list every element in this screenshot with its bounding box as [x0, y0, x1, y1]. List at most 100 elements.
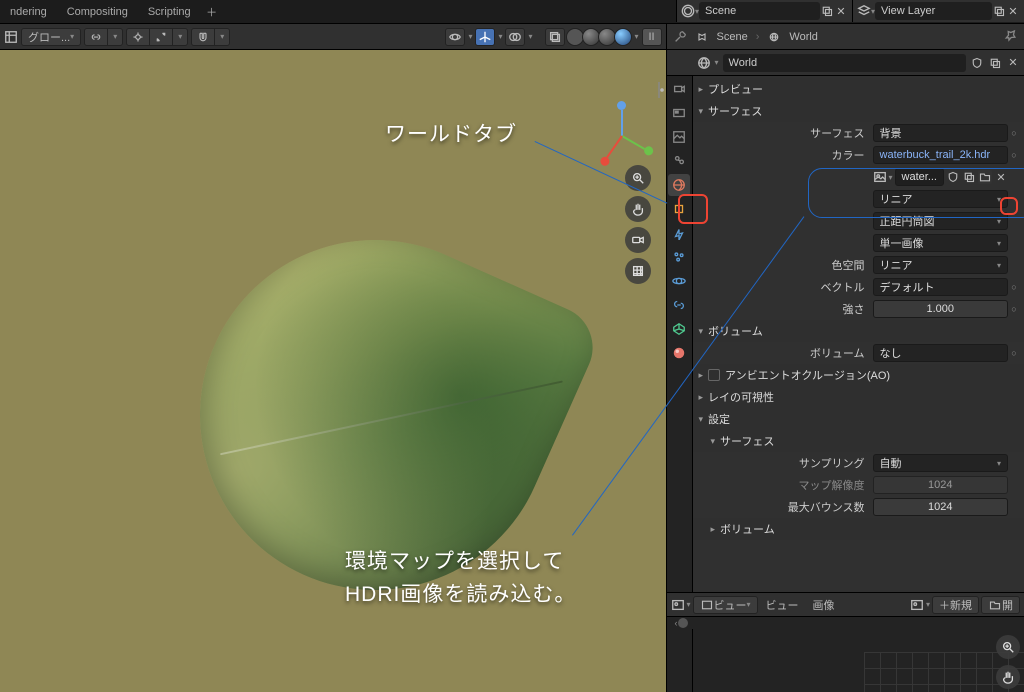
shading-solid[interactable]	[582, 28, 600, 46]
world-name-input[interactable]: World	[723, 54, 966, 72]
strength-input[interactable]: 1.000	[873, 300, 1008, 318]
pin-icon[interactable]	[1004, 28, 1018, 45]
world-icon[interactable]	[697, 56, 711, 70]
duplicate-world-icon[interactable]	[988, 56, 1002, 70]
map-res-input[interactable]: 1024	[873, 476, 1008, 494]
gizmo-y-axis[interactable]	[621, 135, 645, 150]
orientation-group[interactable]: ▾	[84, 28, 123, 46]
source-select[interactable]: 単一画像▾	[873, 234, 1008, 252]
panel-sub-volume[interactable]: ボリューム	[693, 518, 1024, 540]
panel-settings[interactable]: 設定	[693, 408, 1024, 430]
tab-scripting[interactable]: Scripting	[138, 0, 201, 23]
open-image-button[interactable]: 開	[981, 596, 1020, 614]
scene-selector[interactable]: Scene	[699, 2, 820, 20]
panel-sub-surface[interactable]: サーフェス	[693, 430, 1024, 452]
dup-image-icon[interactable]	[962, 170, 976, 184]
image-editor-view[interactable]	[693, 629, 1024, 692]
vtab-output[interactable]	[668, 102, 690, 124]
magnet-group[interactable]: ▾	[191, 28, 230, 46]
max-bounce-input[interactable]: 1024	[873, 498, 1008, 516]
surface-shader-select[interactable]: 背景	[873, 124, 1008, 142]
vtab-object[interactable]	[668, 198, 690, 220]
xray-toggle-icon[interactable]	[545, 28, 565, 46]
folder-icon	[988, 598, 1002, 612]
side-tab-icon[interactable]	[656, 80, 666, 280]
panel-rayvis[interactable]: レイの可視性	[693, 386, 1024, 408]
tab-compositing[interactable]: Compositing	[57, 0, 138, 23]
unlink-image-icon[interactable]: ✕	[994, 170, 1008, 184]
image-browse-icon[interactable]	[910, 598, 924, 612]
gizmo-x-axis[interactable]	[606, 135, 623, 157]
panel-preview[interactable]: プレビュー	[693, 78, 1024, 100]
vtab-scene[interactable]	[668, 150, 690, 172]
overlay-toggle-icon[interactable]	[505, 28, 525, 46]
image-mode-select[interactable]: ビュー ▾	[693, 596, 758, 614]
shield-icon[interactable]	[970, 56, 984, 70]
mode-select[interactable]: グロー... ▾	[21, 28, 81, 46]
colorspace-select[interactable]: リニア▾	[873, 256, 1008, 274]
shading-wireframe[interactable]	[566, 28, 584, 46]
image-pan-icon[interactable]	[996, 665, 1020, 689]
new-image-button[interactable]: ＋ 新規	[932, 596, 979, 614]
vtab-material[interactable]	[668, 342, 690, 364]
gizmo-toggle-icon[interactable]	[475, 28, 495, 46]
ao-checkbox[interactable]	[708, 369, 720, 381]
vtab-mesh[interactable]	[668, 318, 690, 340]
panel-volume[interactable]: ボリューム	[693, 320, 1024, 342]
image-zoom-icon[interactable]	[996, 635, 1020, 659]
volume-shader-select[interactable]: なし	[873, 344, 1008, 362]
vtab-render[interactable]	[668, 78, 690, 100]
snap-group[interactable]: ▾	[126, 28, 188, 46]
pause-icon[interactable]: II	[642, 28, 662, 46]
vector-label: ベクトル	[693, 279, 873, 295]
image-view-menu[interactable]: ビュー	[760, 597, 805, 613]
vtab-modifiers[interactable]	[668, 222, 690, 244]
scene-small-icon	[695, 30, 709, 44]
close-scene-icon[interactable]: ✕	[834, 4, 848, 18]
sampling-select[interactable]: 自動▾	[873, 454, 1008, 472]
open-image-icon[interactable]	[978, 170, 992, 184]
gizmo-z-axis[interactable]	[621, 110, 623, 136]
new-viewlayer-icon[interactable]	[992, 4, 1006, 18]
viewport-toolbar: グロー... ▾ ▾ ▾ ▾ ▾ ▾ ▾	[0, 24, 666, 50]
image-image-menu[interactable]: 画像	[807, 597, 841, 613]
viewlayer-selector[interactable]: View Layer	[875, 2, 992, 20]
image-name-input[interactable]: water...	[895, 168, 944, 186]
zoom-icon[interactable]	[625, 165, 651, 191]
panel-ao[interactable]: アンビエントオクルージョン(AO)	[693, 364, 1024, 386]
shading-rendered[interactable]	[614, 28, 632, 46]
visibility-icon[interactable]	[445, 28, 465, 46]
unlink-world-icon[interactable]: ✕	[1006, 56, 1020, 70]
vtab-viewlayer[interactable]	[668, 126, 690, 148]
projection-select[interactable]: 正距円筒図▾	[873, 212, 1008, 230]
interpolation-select[interactable]: リニア▾	[873, 190, 1008, 208]
editor-type-image-icon[interactable]	[671, 598, 685, 612]
close-viewlayer-icon[interactable]: ✕	[1006, 4, 1020, 18]
image-editor-sidebar[interactable]	[667, 629, 693, 692]
persp-ortho-icon[interactable]	[625, 258, 651, 284]
shading-matcap[interactable]	[598, 28, 616, 46]
viewport-3d[interactable]	[0, 50, 666, 692]
add-workspace-button[interactable]: ＋	[201, 0, 223, 23]
image-type-icon[interactable]	[873, 170, 887, 184]
vtab-world[interactable]	[668, 174, 690, 196]
vtab-constraints[interactable]	[668, 294, 690, 316]
new-scene-icon[interactable]	[820, 4, 834, 18]
vtab-physics[interactable]	[668, 270, 690, 292]
vtab-particles[interactable]	[668, 246, 690, 268]
fake-user-icon[interactable]	[946, 170, 960, 184]
volume-label: ボリューム	[693, 345, 873, 361]
image-editor-hscroll[interactable]: ‹	[667, 617, 1024, 629]
vector-select[interactable]: デフォルト	[873, 278, 1008, 296]
tool-icon[interactable]	[673, 30, 687, 44]
editor-type-icon[interactable]	[4, 30, 18, 44]
tab-rendering[interactable]: ndering	[0, 0, 57, 23]
camera-view-icon[interactable]	[625, 227, 651, 253]
pan-icon[interactable]	[625, 196, 651, 222]
breadcrumb-scene[interactable]: Scene	[717, 31, 748, 43]
pivot-icon	[127, 29, 150, 45]
shading-selector[interactable]	[568, 28, 632, 46]
breadcrumb-world[interactable]: World	[789, 31, 818, 43]
color-source-select[interactable]: waterbuck_trail_2k.hdr	[873, 146, 1008, 164]
panel-surface[interactable]: サーフェス	[693, 100, 1024, 122]
